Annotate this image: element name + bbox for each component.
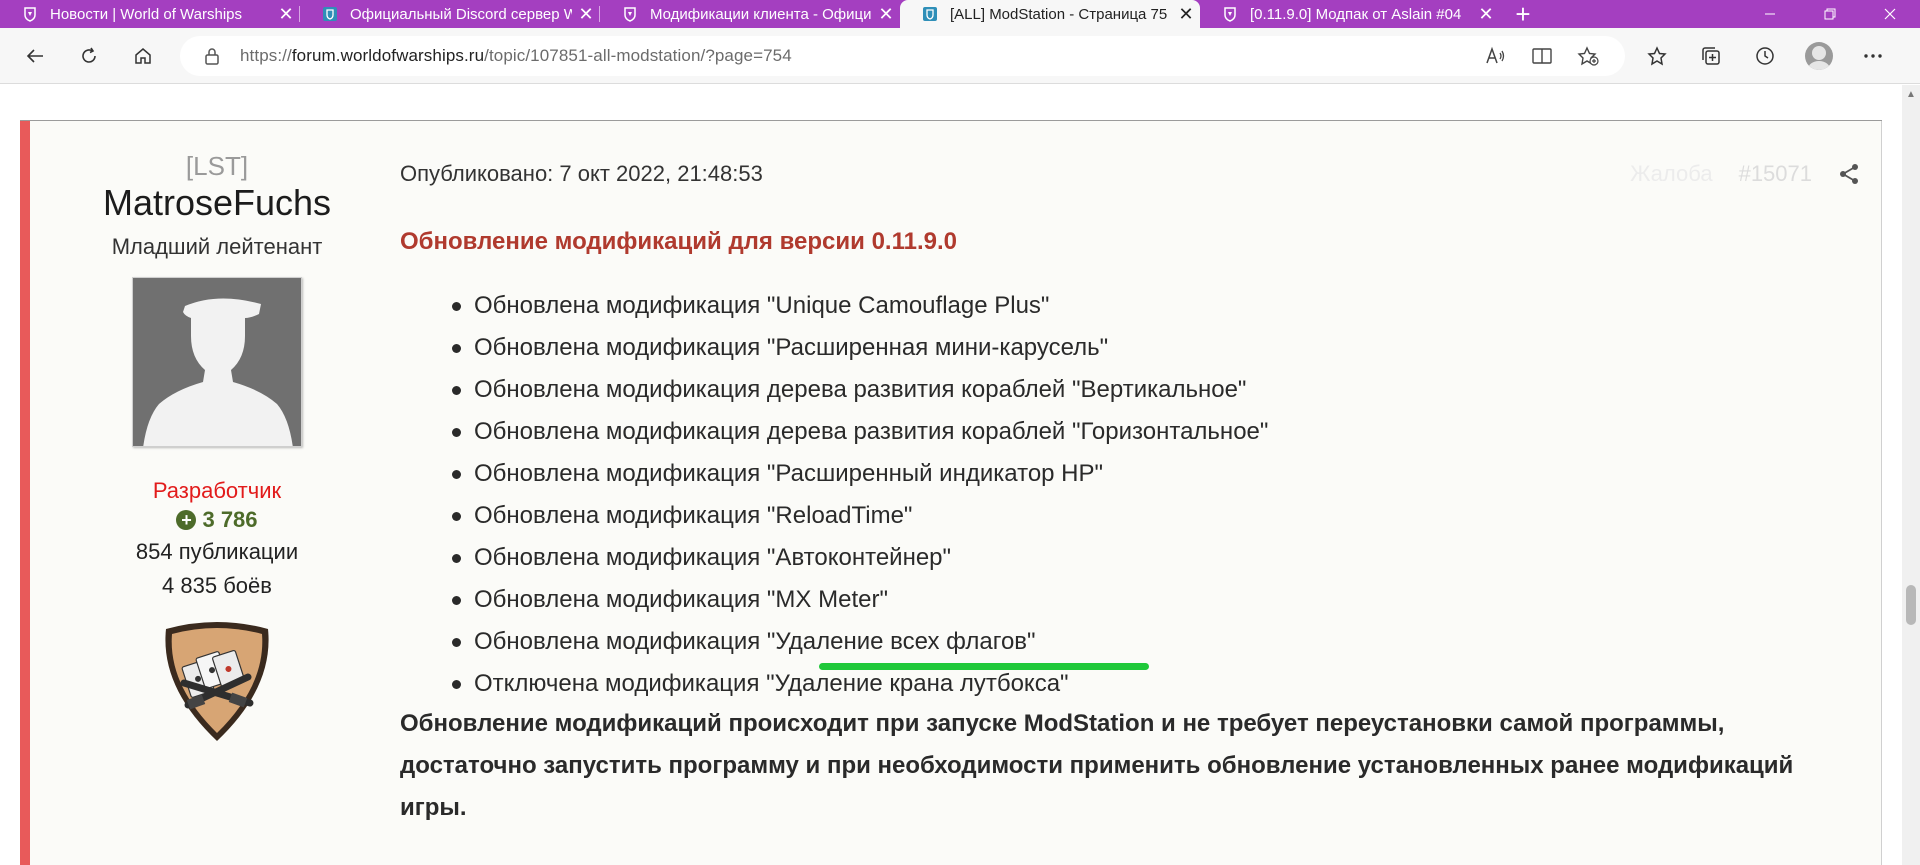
avatar-silhouette-icon <box>133 278 301 446</box>
tab-4-active[interactable]: [ALL] ModStation - Страница 75 ✕ <box>900 0 1200 28</box>
author-role: Разработчик <box>152 478 282 503</box>
url-prefix: https:// <box>240 46 292 65</box>
scrollbar-thumb[interactable] <box>1906 585 1916 625</box>
profile-avatar[interactable] <box>1792 28 1846 84</box>
warships-icon <box>622 6 638 22</box>
shield-icon <box>922 6 938 22</box>
address-bar-actions <box>1473 36 1611 76</box>
favorites-icon[interactable] <box>1630 28 1684 84</box>
list-item: Обновлена модификация "Расширенный индик… <box>451 453 1268 495</box>
url-text[interactable]: https://forum.worldofwarships.ru/topic/1… <box>240 46 792 66</box>
post-number-link[interactable]: #15071 <box>1739 161 1812 187</box>
list-item: Обновлена модификация "ReloadTime" <box>451 495 1268 537</box>
author-reputation: + 3 786 <box>60 505 374 535</box>
author-name[interactable]: MatroseFuchs <box>60 181 374 225</box>
web-page: [LST] MatroseFuchs Младший лейтенант Раз… <box>0 85 1902 865</box>
close-icon[interactable]: ✕ <box>872 0 900 28</box>
url-host: forum.worldofwarships.ru <box>291 46 485 65</box>
home-icon[interactable] <box>116 36 170 76</box>
list-item: Обновлена модификация "Unique Camouflage… <box>451 285 1268 327</box>
post-heading: Обновление модификаций для версии 0.11.9… <box>400 228 957 255</box>
browser-toolbar: https://forum.worldofwarships.ru/topic/1… <box>0 28 1920 84</box>
more-menu-icon[interactable] <box>1846 28 1900 84</box>
close-icon[interactable]: ✕ <box>1172 0 1200 28</box>
refresh-icon[interactable] <box>62 36 116 76</box>
warships-icon <box>1222 6 1238 22</box>
author-badge-icon <box>158 617 276 745</box>
share-icon[interactable] <box>1838 163 1860 185</box>
list-item: Обновлена модификация "MX Meter" <box>451 579 1268 621</box>
list-item: Обновлена модификация дерева развития ко… <box>451 411 1268 453</box>
author-avatar[interactable] <box>132 277 302 447</box>
list-item: Обновлена модификация дерева развития ко… <box>451 369 1268 411</box>
tab-title: Официальный Discord сервер W <box>350 5 572 23</box>
history-icon[interactable] <box>1738 28 1792 84</box>
new-tab-icon[interactable]: + <box>1500 0 1546 29</box>
previous-post-end <box>20 85 1882 121</box>
warships-icon <box>22 6 38 22</box>
post-footer-note: Обновление модификаций происходит при за… <box>400 710 1794 821</box>
close-icon[interactable]: ✕ <box>272 0 300 28</box>
plus-circle-icon: + <box>176 510 197 530</box>
tab-title: [0.11.9.0] Модпак от Aslain #04 <box>1250 5 1462 23</box>
close-icon[interactable]: ✕ <box>1472 0 1500 28</box>
shield-icon <box>322 6 338 22</box>
post-accent-bar <box>20 121 30 865</box>
forum-post: [LST] MatroseFuchs Младший лейтенант Раз… <box>20 121 1882 865</box>
post-tools: Жалоба #15071 <box>1630 161 1860 187</box>
tab-strip: Новости | World of Warships ✕ Официальны… <box>0 0 1920 29</box>
change-list: Обновлена модификация "Unique Camouflage… <box>451 285 1268 705</box>
scroll-up-icon[interactable]: ▲ <box>1902 85 1920 103</box>
page-scrollbar[interactable]: ▲ <box>1902 85 1920 865</box>
minimize-icon[interactable] <box>1740 0 1800 28</box>
tab-title: Модификации клиента - Официа <box>650 5 872 23</box>
post-published-date[interactable]: Опубликовано: 7 окт 2022, 21:48:53 <box>400 161 763 187</box>
author-posts: 854 публикации <box>135 539 299 564</box>
list-item: Обновлена модификация "Автоконтейнер" <box>451 537 1268 579</box>
restore-icon[interactable] <box>1800 0 1860 28</box>
browser-tools <box>1630 28 1900 84</box>
add-favorite-icon[interactable] <box>1565 36 1611 76</box>
profile-icon <box>1805 42 1833 70</box>
window-controls <box>1740 0 1920 28</box>
url-path: /topic/107851-all-modstation/?page=754 <box>484 46 792 65</box>
reputation-value: 3 786 <box>202 507 258 532</box>
lock-icon[interactable] <box>202 46 222 66</box>
tab-title: [ALL] ModStation - Страница 75 <box>950 5 1168 23</box>
collections-icon[interactable] <box>1684 28 1738 84</box>
author-clan[interactable]: [LST] <box>60 151 374 181</box>
tab-title: Новости | World of Warships <box>50 5 242 23</box>
list-item: Обновлена модификация "Удаление всех фла… <box>451 621 1268 663</box>
browser-window: Новости | World of Warships ✕ Официальны… <box>0 0 1920 865</box>
immersive-reader-icon[interactable] <box>1519 36 1565 76</box>
report-link[interactable]: Жалоба <box>1630 161 1712 187</box>
tab-2[interactable]: Официальный Discord сервер W ✕ <box>300 0 600 28</box>
tab-3[interactable]: Модификации клиента - Официа ✕ <box>600 0 900 28</box>
tab-1[interactable]: Новости | World of Warships ✕ <box>0 0 300 28</box>
post-author: [LST] MatroseFuchs Младший лейтенант Раз… <box>60 121 374 745</box>
close-window-icon[interactable] <box>1860 0 1920 28</box>
author-battles: 4 835 боёв <box>162 573 272 598</box>
highlight-underline <box>819 663 1149 670</box>
list-item: Обновлена модификация "Расширенная мини-… <box>451 327 1268 369</box>
close-icon[interactable]: ✕ <box>572 0 600 28</box>
tab-5[interactable]: [0.11.9.0] Модпак от Aslain #04 ✕ <box>1200 0 1500 28</box>
address-bar[interactable]: https://forum.worldofwarships.ru/topic/1… <box>180 36 1625 76</box>
back-icon[interactable] <box>8 36 62 76</box>
read-aloud-icon[interactable] <box>1473 36 1519 76</box>
author-rank: Младший лейтенант <box>111 234 323 259</box>
